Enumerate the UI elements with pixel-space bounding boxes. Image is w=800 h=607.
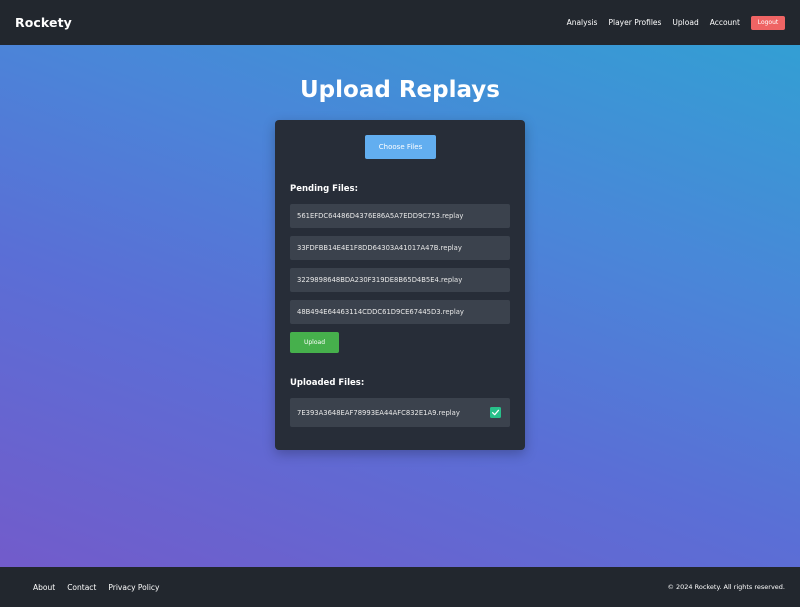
- pending-file-item: 561EFDC64486D4376E86A5A7EDD9C753.replay: [290, 204, 510, 228]
- pending-file-item: 33FDFBB14E4E1F8DD64303A41017A47B.replay: [290, 236, 510, 260]
- top-navbar: Rockety Analysis Player Profiles Upload …: [0, 0, 800, 45]
- nav-link-analysis[interactable]: Analysis: [567, 18, 598, 27]
- copyright-text: © 2024 Rockety. All rights reserved.: [667, 583, 785, 591]
- brand-logo[interactable]: Rockety: [15, 15, 72, 30]
- footer-link-privacy-policy[interactable]: Privacy Policy: [108, 583, 159, 592]
- pending-file-item: 48B494E64463114CDDC61D9CE67445D3.replay: [290, 300, 510, 324]
- nav-link-player-profiles[interactable]: Player Profiles: [608, 18, 661, 27]
- upload-card: Choose Files Pending Files: 561EFDC64486…: [275, 120, 525, 450]
- page-footer: About Contact Privacy Policy © 2024 Rock…: [0, 567, 800, 607]
- page-title: Upload Replays: [300, 77, 500, 103]
- main-nav: Analysis Player Profiles Upload Account …: [556, 15, 785, 30]
- uploaded-files-heading: Uploaded Files:: [290, 378, 365, 388]
- uploaded-file-name: 7E393A3648EAF78993EA44AFC832E1A9.replay: [297, 408, 460, 417]
- checkmark-icon: [490, 407, 501, 418]
- choose-files-button[interactable]: Choose Files: [365, 135, 436, 159]
- footer-link-about[interactable]: About: [33, 583, 55, 592]
- uploaded-file-item: 7E393A3648EAF78993EA44AFC832E1A9.replay: [290, 398, 510, 427]
- pending-files-heading: Pending Files:: [290, 184, 358, 194]
- logout-button[interactable]: Logout: [751, 15, 785, 30]
- nav-link-upload[interactable]: Upload: [672, 18, 698, 27]
- footer-links: About Contact Privacy Policy: [33, 583, 172, 592]
- nav-link-account[interactable]: Account: [710, 18, 740, 27]
- pending-file-item: 3229898648BDA230F319DE8B65D4B5E4.replay: [290, 268, 510, 292]
- footer-link-contact[interactable]: Contact: [67, 583, 96, 592]
- upload-button[interactable]: Upload: [290, 332, 339, 353]
